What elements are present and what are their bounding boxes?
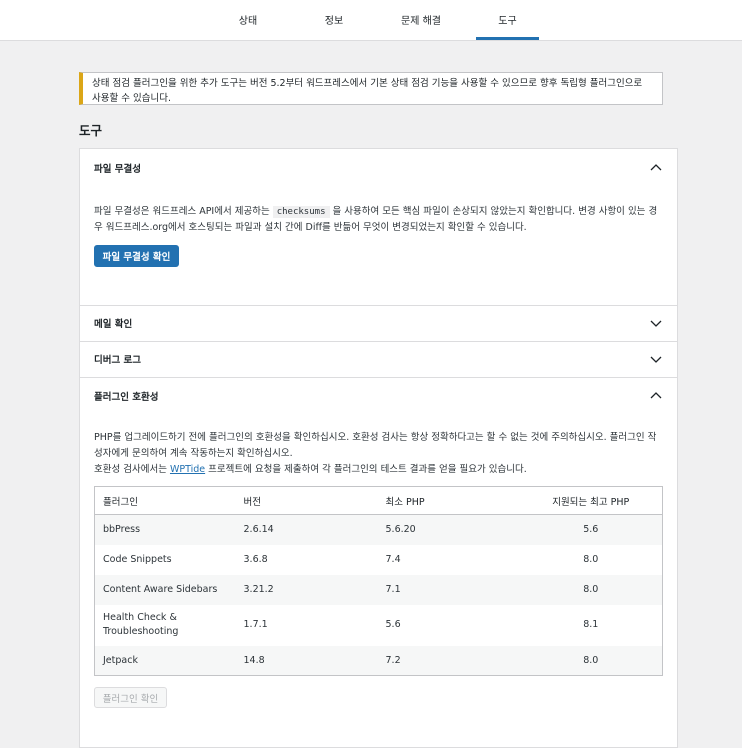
accordion-title: 플러그인 호환성: [94, 392, 159, 403]
top-nav: 상태 정보 문제 해결 도구: [0, 0, 742, 41]
max-php: 8.0: [583, 554, 599, 565]
column-header: 지원되는 최고 PHP: [519, 486, 663, 515]
accordion-plugin-compatibility[interactable]: 플러그인 호환성: [80, 378, 677, 414]
accordion-debug-log[interactable]: 디버그 로그: [80, 342, 677, 376]
table-row: Health Check & Troubleshooting 1.7.1 5.6…: [95, 605, 663, 646]
accordion-mail-check[interactable]: 메일 확인: [80, 306, 677, 340]
tab-info[interactable]: 정보: [308, 0, 360, 40]
plugin-compat-description: PHP를 업그레이드하기 전에 플러그인의 호환성을 확인하십시오. 호환성 검…: [94, 432, 657, 475]
plugin-version: 2.6.14: [235, 514, 378, 545]
table-row: Content Aware Sidebars 3.21.2 7.1 8.0: [94, 574, 663, 605]
min-php: 7.1: [377, 574, 520, 605]
plugin-version: 3.6.8: [243, 554, 268, 565]
check-file-integrity-button[interactable]: 파일 무결성 확인: [94, 245, 179, 267]
accordion-title: 파일 무결성: [94, 164, 142, 175]
plugin-name: Code Snippets: [103, 554, 172, 565]
min-php: 5.6.20: [377, 514, 520, 545]
plugin-version: 14.8: [235, 645, 378, 676]
max-php: 8.0: [519, 574, 663, 605]
tab-status[interactable]: 상태: [224, 0, 272, 40]
notice-text: 상태 점검 플러그인을 위한 추가 도구는 버전 5.2부터 워드프레스에서 기…: [92, 78, 643, 104]
table-row: Code Snippets 3.6.8 7.4 8.0: [95, 545, 663, 575]
plugin-name: Jetpack: [94, 645, 236, 676]
min-php: 5.6: [385, 619, 401, 630]
accordion-title: 디버그 로그: [94, 355, 142, 366]
column-header: 최소 PHP: [377, 486, 520, 515]
notice-banner: 상태 점검 플러그인을 위한 추가 도구는 버전 5.2부터 워드프레스에서 기…: [79, 72, 663, 105]
tab-troubleshooting[interactable]: 문제 해결: [390, 0, 452, 40]
plugin-name: Health Check & Troubleshooting: [103, 612, 179, 637]
chevron-up-icon: [650, 392, 662, 399]
column-header: 플러그인: [94, 486, 236, 515]
page-title: 도구: [79, 123, 103, 138]
tools-panel: 파일 무결성 파일 무결성은 워드프레스 API에서 제공하는 checksum…: [79, 148, 678, 748]
plugin-compat-table: 플러그인 버전 최소 PHP 지원되는 최고 PHP bbPress 2.6.1…: [94, 486, 663, 676]
tab-tools[interactable]: 도구: [476, 0, 539, 40]
file-integrity-description: 파일 무결성은 워드프레스 API에서 제공하는 checksums 을 사용하…: [94, 206, 658, 233]
min-php: 7.2: [377, 645, 520, 676]
plugin-name: Content Aware Sidebars: [94, 574, 236, 605]
chevron-up-icon: [650, 164, 662, 171]
accordion-file-integrity[interactable]: 파일 무결성: [80, 149, 677, 187]
table-row: Jetpack 14.8 7.2 8.0: [94, 645, 663, 676]
min-php: 7.4: [385, 554, 401, 565]
plugin-version: 1.7.1: [243, 619, 268, 630]
wptide-link[interactable]: WPTide: [170, 464, 205, 475]
table-header-row: 플러그인 버전 최소 PHP 지원되는 최고 PHP: [94, 486, 663, 515]
column-header: 버전: [235, 486, 378, 515]
chevron-down-icon: [650, 356, 662, 363]
plugin-version: 3.21.2: [235, 574, 378, 605]
checksums-code: checksums: [272, 206, 330, 218]
check-plugins-button[interactable]: 플러그인 확인: [94, 687, 167, 708]
max-php: 8.0: [519, 645, 663, 676]
accordion-title: 메일 확인: [94, 319, 133, 330]
chevron-down-icon: [650, 320, 662, 327]
plugin-name: bbPress: [94, 514, 236, 545]
max-php: 8.1: [583, 619, 599, 630]
max-php: 5.6: [519, 514, 663, 545]
table-row: bbPress 2.6.14 5.6.20 5.6: [94, 514, 663, 545]
